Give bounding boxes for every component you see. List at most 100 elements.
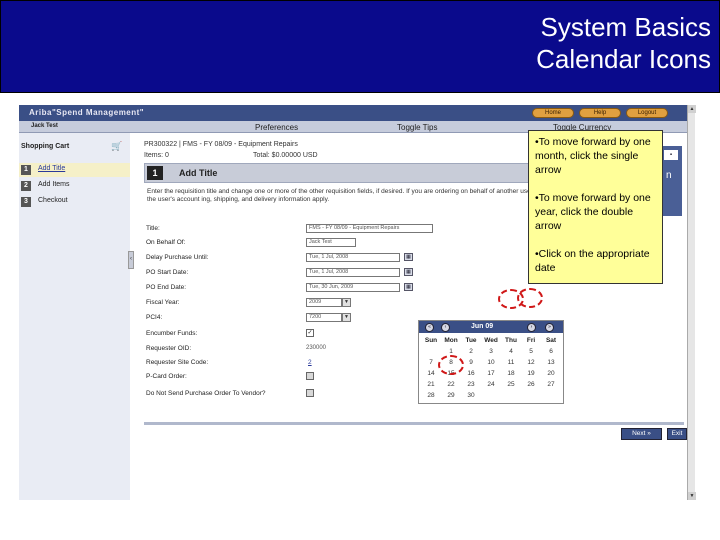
calendar-day[interactable]: 10 <box>481 357 501 368</box>
calendar-day[interactable]: 11 <box>501 357 521 368</box>
nav-step-number: 3 <box>21 197 31 207</box>
form-row-fiscal-year: Fiscal Year: 2009 ▼ <box>144 298 684 308</box>
requester-oid-value: 230000 <box>306 345 327 351</box>
exit-button[interactable]: Exit <box>667 428 687 440</box>
scroll-down-icon[interactable]: ▼ <box>688 492 696 500</box>
field-label: Requester Site Code: <box>146 359 209 366</box>
prev-year-button[interactable]: « <box>425 323 434 332</box>
field-label: Do Not Send Purchase Order To Vendor? <box>146 390 266 397</box>
calendar-day[interactable]: 21 <box>421 379 441 390</box>
app-topbar: Ariba"Spend Management" Home Help Logout <box>19 105 687 121</box>
vertical-scrollbar[interactable]: ▲ ▼ <box>687 105 696 500</box>
left-nav: Shopping Cart 🛒 1 Add Title 2 Add Items … <box>19 133 134 500</box>
scroll-up-icon[interactable]: ▲ <box>688 105 696 113</box>
field-label: PCI4: <box>146 314 163 321</box>
calendar-day[interactable]: 16 <box>461 368 481 379</box>
note-next-month: •To move forward by one month, click the… <box>535 136 651 176</box>
calendar-day[interactable]: 25 <box>501 379 521 390</box>
calendar-day[interactable]: 20 <box>541 368 561 379</box>
field-label: P-Card Order: <box>146 373 187 380</box>
form-row-encumber: Encumber Funds: ✓ <box>144 329 684 339</box>
calendar-day[interactable] <box>421 346 441 357</box>
encumber-funds-checkbox[interactable]: ✓ <box>306 329 314 337</box>
panel-tab-icon: ▪ <box>664 150 678 160</box>
calendar-day[interactable]: 18 <box>501 368 521 379</box>
nav-step-label: Add Items <box>38 181 70 188</box>
calendar-day[interactable]: 27 <box>541 379 561 390</box>
field-label: Encumber Funds: <box>146 330 198 337</box>
help-button[interactable]: Help <box>579 108 621 118</box>
calendar-month-label: Jun 09 <box>471 323 494 330</box>
items-total: Total: $0.00000 USD <box>253 152 318 159</box>
highlight-date-ring <box>438 355 464 375</box>
calendar-day[interactable]: 13 <box>541 357 561 368</box>
pcard-order-checkbox[interactable] <box>306 372 314 380</box>
calendar-day[interactable]: 9 <box>461 357 481 368</box>
slide-header: System Basics Calendar Icons <box>0 0 720 93</box>
menu-preferences[interactable]: Preferences <box>255 123 298 132</box>
calendar-day[interactable]: 29 <box>441 390 461 401</box>
calendar-day[interactable]: 6 <box>541 346 561 357</box>
next-button[interactable]: Next » <box>621 428 662 440</box>
note-select-date: •Click on the appropriate date <box>535 248 650 274</box>
brand-logo: Ariba"Spend Management" <box>29 108 145 117</box>
note-next-year: •To move forward by one year, click the … <box>535 192 651 232</box>
site-code-link[interactable]: 2 <box>308 359 312 366</box>
field-label: PO Start Date: <box>146 269 189 276</box>
form-row-site-code: Requester Site Code: 2 <box>144 358 684 368</box>
po-end-date-input[interactable]: Tue, 30 Jun, 2009 <box>306 283 400 292</box>
calendar-day[interactable]: 4 <box>501 346 521 357</box>
nav-step-add-title[interactable]: 1 Add Title <box>19 163 130 177</box>
calendar-day[interactable]: 14 <box>421 368 441 379</box>
field-label: Delay Purchase Until: <box>146 254 209 261</box>
calendar-day[interactable] <box>501 390 521 401</box>
home-button[interactable]: Home <box>532 108 574 118</box>
nav-step-checkout[interactable]: 3 Checkout <box>19 195 130 209</box>
on-behalf-of-input[interactable]: Jack Test <box>306 238 356 247</box>
calendar-day[interactable]: 3 <box>481 346 501 357</box>
calendar-day[interactable]: 12 <box>521 357 541 368</box>
form-row-requester-oid: Requester OID: 230000 <box>144 344 684 354</box>
day-of-week: Tue <box>465 337 477 344</box>
fiscal-year-select[interactable]: 2009 <box>306 298 342 307</box>
form-row-pci4: PCI4: 7200 ▼ <box>144 313 684 323</box>
calendar-day[interactable]: 19 <box>521 368 541 379</box>
po-start-date-input[interactable]: Tue, 1 Jul, 2008 <box>306 268 400 277</box>
calendar-icon[interactable]: ▦ <box>404 253 413 261</box>
calendar-day[interactable]: 24 <box>481 379 501 390</box>
slide-title: System Basics Calendar Icons <box>536 11 711 75</box>
menu-toggle-tips[interactable]: Toggle Tips <box>397 123 437 132</box>
calendar-day[interactable] <box>541 390 561 401</box>
calendar-day[interactable] <box>481 390 501 401</box>
calendar-day[interactable]: 2 <box>461 346 481 357</box>
requisition-title-line: PR300322 | FMS - FY 08/09 - Equipment Re… <box>144 141 298 148</box>
calendar-day-selected[interactable]: 30 <box>461 390 481 401</box>
prev-month-button[interactable]: ‹ <box>441 323 450 332</box>
logout-button[interactable]: Logout <box>626 108 668 118</box>
collapse-nav-icon[interactable]: ‹ <box>128 251 134 269</box>
cart-icon[interactable]: 🛒 <box>111 141 122 152</box>
next-month-button[interactable]: › <box>527 323 536 332</box>
calendar-day[interactable]: 17 <box>481 368 501 379</box>
step-number: 1 <box>147 166 163 180</box>
calendar-header: « ‹ Jun 09 › » <box>419 321 563 333</box>
calendar-day[interactable]: 22 <box>441 379 461 390</box>
calendar-icon[interactable]: ▦ <box>404 268 413 276</box>
calendar-day[interactable]: 23 <box>461 379 481 390</box>
calendar-day[interactable]: 5 <box>521 346 541 357</box>
title-input[interactable]: FMS - FY 08/09 - Equipment Repairs <box>306 224 433 233</box>
form-row-po-end: PO End Date: Tue, 30 Jun, 2009 ▦ <box>144 283 684 293</box>
user-name: Jack Test <box>31 123 58 129</box>
calendar-day[interactable]: 28 <box>421 390 441 401</box>
calendar-day[interactable]: 26 <box>521 379 541 390</box>
calendar-icon[interactable]: ▦ <box>404 283 413 291</box>
next-year-button[interactable]: » <box>545 323 554 332</box>
calendar-day[interactable] <box>521 390 541 401</box>
field-label: On Behalf Of: <box>146 239 186 246</box>
do-not-send-po-checkbox[interactable] <box>306 389 314 397</box>
nav-step-add-items[interactable]: 2 Add Items <box>19 179 130 193</box>
delay-purchase-input[interactable]: Tue, 1 Jul, 2008 <box>306 253 400 262</box>
pci4-select[interactable]: 7200 <box>306 313 342 322</box>
chevron-down-icon[interactable]: ▼ <box>342 313 351 322</box>
chevron-down-icon[interactable]: ▼ <box>342 298 351 307</box>
